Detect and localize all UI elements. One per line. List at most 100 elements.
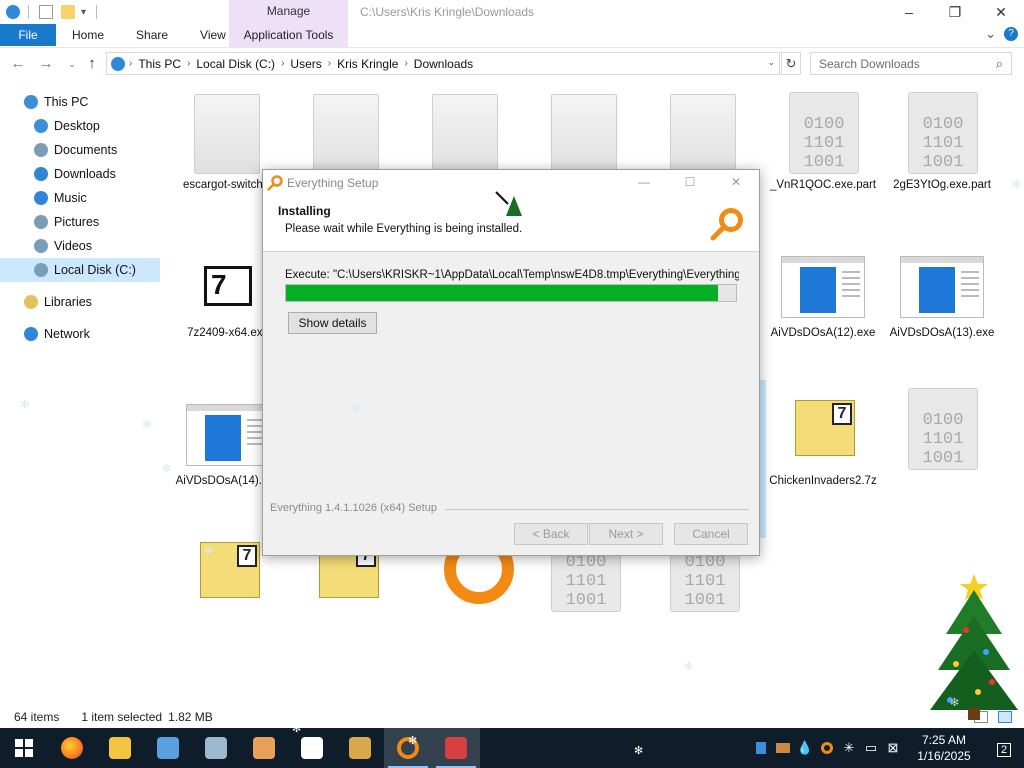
file-item[interactable]: AiVDsDOsA(13).exe [886, 238, 998, 341]
install-progress-bar [285, 284, 737, 302]
winapp-file-icon [781, 238, 865, 322]
tab-home[interactable]: Home [56, 24, 120, 46]
explorer-icon[interactable] [6, 5, 20, 19]
libraries-icon [24, 295, 38, 309]
breadcrumb-downloads[interactable]: Downloads [410, 57, 477, 71]
tray-snowflake-icon[interactable]: ✳ [838, 737, 860, 759]
sidebar-item-label: Pictures [54, 215, 100, 229]
taskbar-file-explorer-button[interactable] [96, 728, 144, 768]
tray-network-icon[interactable]: ⊠ [882, 737, 904, 759]
installer-brand: Everything 1.4.1.1026 (x64) Setup [270, 502, 437, 514]
tray-everything-icon[interactable] [816, 737, 838, 759]
start-button[interactable] [0, 728, 48, 768]
sidebar-item-downloads[interactable]: Downloads [0, 162, 160, 186]
address-bar[interactable]: › This PC › Local Disk (C:) › Users › Kr… [106, 52, 780, 75]
file-item[interactable]: 0100 1101 1001 [886, 386, 998, 474]
sidebar-item-music[interactable]: Music [0, 186, 160, 210]
file-item[interactable]: 0100 1101 1001 2gE3YtOg.exe.part [886, 90, 998, 193]
sidebar-item-this-pc[interactable]: This PC [0, 90, 160, 114]
dialog-minimize-button[interactable]: — [621, 170, 667, 196]
next-button[interactable]: Next > [589, 523, 663, 545]
bin-file-icon: 010011011001 [781, 90, 865, 174]
ribbon-tabs: File Home Share View [0, 24, 1024, 46]
sidebar-item-pictures[interactable]: Pictures [0, 210, 160, 234]
back-button[interactable]: < Back [514, 523, 588, 545]
sidebar-item-documents[interactable]: Documents [0, 138, 160, 162]
back-arrow-icon[interactable]: ← [8, 54, 28, 74]
notifications-icon[interactable]: 2 [984, 740, 1024, 757]
dialog-close-button[interactable]: ✕ [713, 170, 759, 196]
file-item[interactable] [291, 90, 403, 178]
taskbar-security-button[interactable] [288, 728, 336, 768]
everything-search-icon [710, 208, 743, 241]
chevron-right-icon[interactable]: › [279, 58, 286, 69]
up-arrow-icon[interactable]: ↑ [82, 54, 102, 74]
install-progress-fill [286, 285, 718, 301]
file-item[interactable]: AiVDsDOsA(12).exe [767, 238, 879, 341]
chevron-right-icon[interactable]: › [127, 58, 134, 69]
file-item[interactable] [410, 90, 522, 178]
recent-locations-icon[interactable]: ⌄ [62, 54, 82, 74]
sidebar-item-label: Documents [54, 143, 118, 157]
tab-file[interactable]: File [0, 24, 56, 46]
tab-share[interactable]: Share [120, 24, 184, 46]
maximize-button[interactable]: ❐ [932, 0, 978, 24]
status-bar: 64 items 1 item selected 1.82 MB [0, 706, 1024, 728]
sidebar-item-network[interactable]: Network [0, 322, 160, 346]
refresh-button[interactable]: ↻ [781, 52, 801, 75]
close-button[interactable]: ✕ [978, 0, 1024, 24]
tray-display-icon[interactable]: ▭ [860, 737, 882, 759]
breadcrumb-this-pc[interactable]: This PC [134, 57, 185, 71]
file-item[interactable]: 7 ChickenInvaders2.7z [767, 386, 879, 489]
customize-quick-access-icon[interactable]: ▾ [81, 7, 86, 18]
help-icon[interactable]: ? [1004, 27, 1018, 41]
sidebar-item-label: Local Disk (C:) [54, 263, 136, 277]
file-item[interactable] [529, 90, 641, 178]
minimize-button[interactable]: – [886, 0, 932, 24]
everything-logo-icon [267, 175, 283, 191]
taskbar-firefox-button[interactable] [48, 728, 96, 768]
system-tray: 💧 ✳ ▭ ⊠ 7:25 AM 1/16/2025 2 [750, 728, 1024, 768]
dialog-subheading: Please wait while Everything is being in… [285, 223, 523, 235]
box7z-file-icon: 7 [186, 528, 270, 612]
chevron-down-icon[interactable]: ⌄ [767, 57, 775, 68]
sidebar-item-desktop[interactable]: Desktop [0, 114, 160, 138]
bin-file-icon: 010011011001 [900, 90, 984, 174]
selection-count: 1 item selected [81, 710, 163, 724]
taskbar-installer-button[interactable] [432, 728, 480, 768]
taskbar: 💧 ✳ ▭ ⊠ 7:25 AM 1/16/2025 2 [0, 728, 1024, 768]
sidebar-item-local-disk-c[interactable]: Local Disk (C:) [0, 258, 160, 282]
sidebar-item-libraries[interactable]: Libraries [0, 290, 160, 314]
tray-drop-icon[interactable]: 💧 [794, 737, 816, 759]
chevron-right-icon[interactable]: › [326, 58, 333, 69]
taskbar-paint-button[interactable] [240, 728, 288, 768]
taskbar-computer-button[interactable] [192, 728, 240, 768]
breadcrumb-local-disk[interactable]: Local Disk (C:) [192, 57, 279, 71]
clock-date: 1/16/2025 [917, 749, 971, 763]
cancel-button[interactable]: Cancel [674, 523, 748, 545]
expand-ribbon-icon[interactable]: ⌄ [985, 26, 996, 42]
forward-arrow-icon[interactable]: → [36, 54, 56, 74]
chevron-right-icon[interactable]: › [185, 58, 192, 69]
file-item[interactable]: 0100 1101 1001 _VnR1QOC.exe.part [767, 90, 879, 193]
show-details-button[interactable]: Show details [288, 312, 377, 334]
search-input[interactable]: Search Downloads ⌕ [810, 52, 1012, 75]
chevron-right-icon[interactable]: › [402, 58, 409, 69]
sidebar-item-videos[interactable]: Videos [0, 234, 160, 258]
window-title: C:\Users\Kris Kringle\Downloads [360, 5, 535, 19]
new-folder-icon[interactable] [61, 5, 75, 19]
tray-app-icon[interactable] [750, 737, 772, 759]
tray-network-tool-icon[interactable] [772, 737, 794, 759]
taskbar-tools-button[interactable] [336, 728, 384, 768]
dialog-window-controls: — ☐ ✕ [621, 170, 759, 196]
tab-application-tools[interactable]: Application Tools [229, 24, 348, 46]
file-item[interactable] [648, 90, 760, 178]
firefox-icon [61, 737, 83, 759]
breadcrumb-kris-kringle[interactable]: Kris Kringle [333, 57, 402, 71]
properties-icon[interactable] [39, 5, 53, 19]
clock[interactable]: 7:25 AM 1/16/2025 [904, 732, 984, 764]
dialog-maximize-button[interactable]: ☐ [667, 170, 713, 196]
taskbar-people-button[interactable] [144, 728, 192, 768]
breadcrumb-users[interactable]: Users [286, 57, 325, 71]
taskbar-everything-button[interactable] [384, 728, 432, 768]
